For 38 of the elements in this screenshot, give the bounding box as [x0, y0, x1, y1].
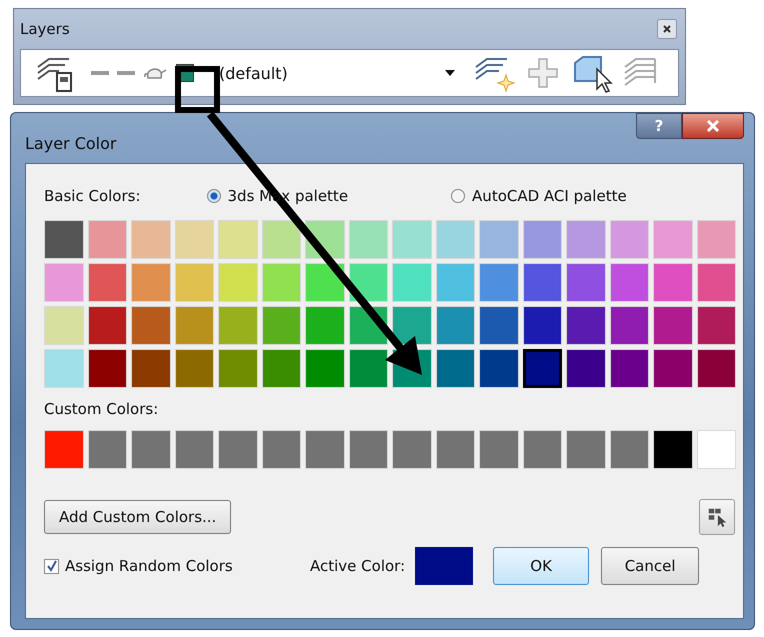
- custom-color-swatch[interactable]: [262, 430, 301, 469]
- custom-colors-label: Custom Colors:: [44, 400, 160, 420]
- radio-icon[interactable]: [206, 189, 221, 203]
- custom-color-swatch[interactable]: [610, 430, 649, 469]
- custom-color-swatch[interactable]: [218, 430, 258, 469]
- custom-color-swatch[interactable]: [44, 430, 84, 469]
- random-colors-checkbox[interactable]: Assign Random Colors: [44, 557, 310, 575]
- custom-color-swatch[interactable]: [479, 430, 518, 469]
- ok-button[interactable]: OK: [493, 547, 590, 585]
- custom-color-swatch[interactable]: [174, 430, 214, 469]
- pick-color-button[interactable]: [699, 499, 735, 535]
- close-icon[interactable]: [657, 19, 677, 39]
- radio-icon[interactable]: [451, 189, 466, 203]
- active-color-label: Active Color:: [310, 557, 406, 575]
- layer-name: (default): [219, 64, 289, 82]
- color-swatch[interactable]: [522, 349, 562, 388]
- custom-color-swatch[interactable]: [131, 430, 170, 469]
- custom-color-swatch[interactable]: [348, 430, 388, 469]
- panel-title: Layers: [20, 20, 70, 38]
- caret-icon: [445, 70, 455, 76]
- checkbox-label: Assign Random Colors: [65, 557, 233, 575]
- highlight-frame: [175, 66, 220, 113]
- custom-color-swatch[interactable]: [653, 430, 692, 469]
- close-button[interactable]: [682, 113, 744, 139]
- checkbox-icon[interactable]: [44, 558, 59, 574]
- grid-pointer-icon: [706, 506, 728, 528]
- custom-color-swatch[interactable]: [522, 430, 562, 469]
- custom-color-swatch[interactable]: [696, 430, 736, 469]
- custom-color-swatch[interactable]: [392, 430, 432, 469]
- custom-color-swatch[interactable]: [436, 430, 475, 469]
- add-custom-colors-button[interactable]: Add Custom Colors...: [44, 500, 232, 534]
- custom-color-swatch[interactable]: [566, 430, 606, 469]
- basic-colors-label: Basic Colors:: [44, 187, 141, 205]
- cancel-button[interactable]: Cancel: [601, 547, 700, 585]
- close-icon: [706, 120, 720, 132]
- custom-color-swatch[interactable]: [305, 430, 344, 469]
- custom-color-swatch[interactable]: [88, 430, 127, 469]
- dialog-title: Layer Color: [25, 134, 116, 153]
